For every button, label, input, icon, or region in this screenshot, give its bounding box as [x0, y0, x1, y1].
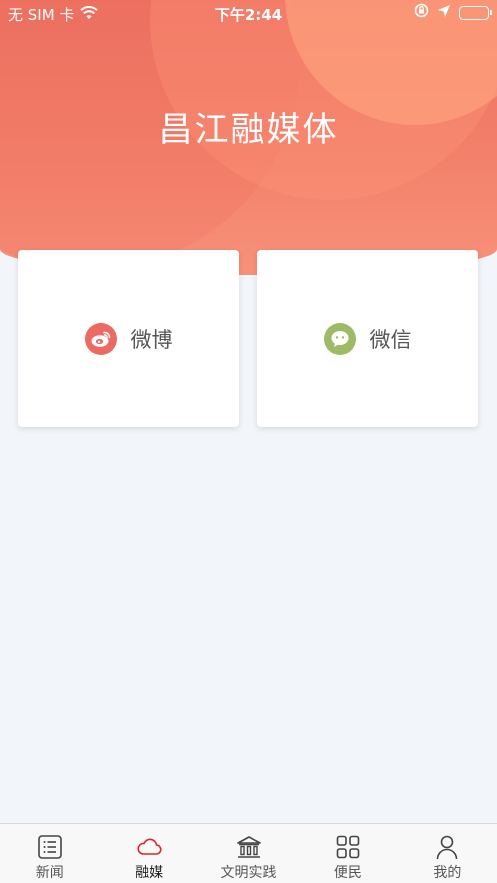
tab-news[interactable]: 新闻	[0, 824, 99, 883]
battery-icon	[459, 5, 492, 20]
user-icon	[437, 835, 458, 860]
building-icon	[236, 836, 261, 858]
tab-convenience[interactable]: 便民	[298, 824, 397, 883]
wechat-label: 微信	[369, 327, 412, 352]
tab-label: 文明实践	[220, 865, 277, 881]
orientation-lock-icon	[414, 3, 429, 22]
news-list-icon	[37, 835, 62, 859]
tab-civilization-practice[interactable]: 文明实践	[199, 824, 298, 883]
tab-label: 新闻	[35, 865, 64, 881]
location-arrow-icon	[437, 4, 451, 22]
page-title: 昌江融媒体	[158, 110, 339, 150]
tab-label: 便民	[333, 865, 362, 881]
status-bar: 无 SIM 卡 下午2:44	[0, 0, 497, 26]
tab-rongmei[interactable]: 融媒	[99, 824, 198, 883]
wechat-icon	[323, 322, 356, 355]
cloud-icon	[137, 838, 162, 855]
weibo-card[interactable]: 微博	[18, 250, 239, 427]
wechat-card[interactable]: 微信	[257, 250, 478, 427]
status-icons	[414, 3, 492, 22]
tab-label: 融媒	[135, 865, 164, 881]
tab-label: 我的	[433, 865, 462, 881]
tab-mine[interactable]: 我的	[398, 824, 497, 883]
bottom-tab-bar: 新闻 融媒 文明实践 便民 我的	[0, 823, 497, 883]
weibo-label: 微博	[130, 327, 173, 352]
weibo-icon	[84, 322, 117, 355]
grid-icon	[336, 835, 360, 859]
